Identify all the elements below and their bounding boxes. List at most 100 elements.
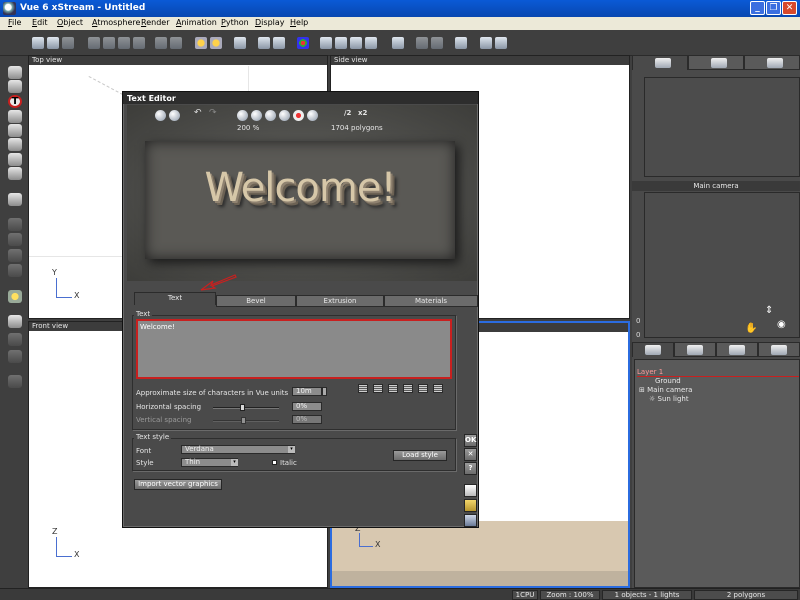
text-input[interactable]: Welcome!: [136, 319, 452, 379]
atmosphere-editor-icon[interactable]: [210, 37, 222, 49]
cancel-button[interactable]: ✕: [464, 448, 477, 461]
italic-checkbox[interactable]: [272, 460, 277, 465]
tree-row-sun-light[interactable]: ☼ Sun light: [649, 395, 689, 404]
group-object-icon[interactable]: [8, 264, 22, 277]
fit-view-icon[interactable]: [392, 37, 404, 49]
text-preview[interactable]: ↶ ↷ /2 x2 200 % 1704 polygons Welcome!: [127, 105, 477, 291]
align-center-button[interactable]: [388, 384, 398, 393]
size-spinner[interactable]: [322, 387, 327, 396]
hypertexture-icon[interactable]: [8, 249, 22, 262]
drop-icon[interactable]: [8, 350, 22, 363]
open-text-icon[interactable]: [464, 499, 477, 512]
zoom-icon[interactable]: [320, 37, 332, 49]
render-icon[interactable]: [234, 37, 246, 49]
size-field[interactable]: 10m: [292, 387, 322, 396]
save-icon[interactable]: [62, 37, 74, 49]
world-browser-icon[interactable]: [8, 375, 22, 388]
delete-icon[interactable]: [133, 37, 145, 49]
tab-materials[interactable]: Materials: [384, 295, 478, 307]
camera-tool-icon[interactable]: [8, 315, 22, 328]
menu-help[interactable]: Help: [290, 18, 308, 27]
preview-zoom-out-icon[interactable]: [251, 110, 262, 121]
tab-layout[interactable]: [688, 55, 744, 70]
menu-animation[interactable]: Animation: [176, 18, 217, 27]
preview-zoom-fit-icon[interactable]: [265, 110, 276, 121]
unlink-icon[interactable]: [273, 37, 285, 49]
align-icon[interactable]: [8, 333, 22, 346]
horizontal-spacing-slider[interactable]: [213, 404, 279, 411]
horizontal-spacing-knob[interactable]: [240, 404, 246, 411]
text-tool-icon[interactable]: T: [8, 95, 22, 108]
style-dropdown-arrow-icon[interactable]: ▾: [231, 459, 238, 466]
preview-zoom-in-icon[interactable]: [237, 110, 248, 121]
save-text-icon[interactable]: [464, 514, 477, 527]
tab-extrusion[interactable]: Extrusion: [296, 295, 384, 307]
import-vector-graphics-button[interactable]: Import vector graphics: [134, 479, 222, 490]
load-style-button[interactable]: Load style: [393, 450, 447, 461]
align-center-right-button[interactable]: [403, 384, 413, 393]
tab-camera[interactable]: [632, 55, 688, 70]
preview-grid-icon[interactable]: [279, 110, 290, 121]
vertical-spacing-slider[interactable]: [213, 417, 279, 424]
tab-render-options[interactable]: [758, 342, 800, 357]
animation-icon[interactable]: [455, 37, 467, 49]
align-center-left-button[interactable]: [373, 384, 383, 393]
material-icon[interactable]: [297, 37, 309, 49]
mountain-icon[interactable]: [8, 110, 22, 123]
undo-icon[interactable]: [155, 37, 167, 49]
zoom-out-icon[interactable]: [350, 37, 362, 49]
menu-render[interactable]: Render: [141, 18, 169, 27]
ungroup-icon[interactable]: [431, 37, 443, 49]
layout-icon[interactable]: [495, 37, 507, 49]
atmosphere-icon[interactable]: [195, 37, 207, 49]
hand-icon[interactable]: ✋: [745, 323, 757, 334]
polygons-divide-button[interactable]: /2: [344, 109, 351, 117]
menu-atmosphere[interactable]: Atmosphere: [92, 18, 140, 27]
redo-icon[interactable]: [170, 37, 182, 49]
open-icon[interactable]: [47, 37, 59, 49]
grid-icon[interactable]: [480, 37, 492, 49]
menu-file[interactable]: File: [8, 18, 21, 27]
layer-row[interactable]: Layer 1: [637, 368, 799, 377]
tab-text[interactable]: Text: [134, 292, 216, 305]
copy-icon[interactable]: [103, 37, 115, 49]
new-text-icon[interactable]: [464, 484, 477, 497]
boolean-icon[interactable]: [8, 218, 22, 231]
metablob-icon[interactable]: [8, 233, 22, 246]
menu-object[interactable]: Object: [57, 18, 83, 27]
menu-edit[interactable]: Edit: [32, 18, 48, 27]
preview-globe-icon[interactable]: [169, 110, 180, 121]
preview-undo-icon[interactable]: ↶: [194, 108, 205, 119]
preview-render-icon[interactable]: [293, 110, 304, 121]
tab-render[interactable]: [744, 55, 800, 70]
camera-control-area[interactable]: ✋ ⇕ ◉: [644, 192, 800, 338]
rock-icon[interactable]: [8, 138, 22, 151]
terrain-icon[interactable]: [8, 124, 22, 137]
align-right-button[interactable]: [418, 384, 428, 393]
align-left-button[interactable]: [358, 384, 368, 393]
close-button[interactable]: ✕: [782, 1, 797, 15]
preview-rotate-icon[interactable]: [155, 110, 166, 121]
polygons-multiply-button[interactable]: x2: [358, 109, 367, 117]
menu-python[interactable]: Python: [221, 18, 249, 27]
pan-arrows-icon[interactable]: ⇕: [765, 305, 773, 316]
import-object-icon[interactable]: [8, 193, 22, 206]
paste-icon[interactable]: [118, 37, 130, 49]
maximize-button[interactable]: ❐: [766, 1, 781, 15]
vertical-spacing-knob[interactable]: [241, 417, 246, 424]
help-button[interactable]: ?: [464, 462, 477, 475]
ok-button[interactable]: OK: [464, 434, 477, 447]
tree-row-main-camera[interactable]: ⊞ Main camera: [639, 386, 692, 395]
menu-display[interactable]: Display: [255, 18, 285, 27]
cloud-icon[interactable]: [8, 167, 22, 180]
font-select[interactable]: Verdana: [181, 445, 295, 454]
tree-row-ground[interactable]: Ground: [655, 377, 681, 386]
zoom-in-icon[interactable]: [335, 37, 347, 49]
light-icon[interactable]: [8, 290, 22, 303]
tab-links[interactable]: [716, 342, 758, 357]
horizontal-spacing-field[interactable]: 0%: [292, 402, 322, 411]
cube-icon[interactable]: [8, 80, 22, 93]
preview-hand-icon[interactable]: [307, 110, 318, 121]
zoom-fit-icon[interactable]: [365, 37, 377, 49]
minimize-button[interactable]: _: [750, 1, 765, 15]
